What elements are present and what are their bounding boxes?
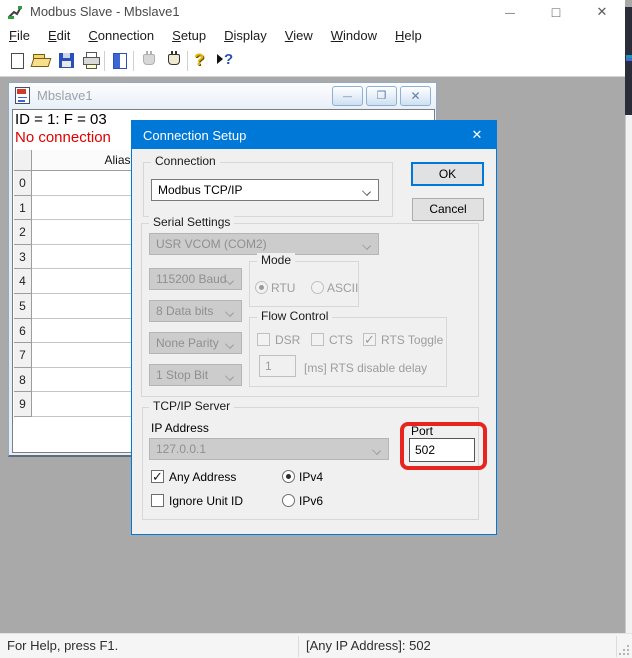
- rts-delay-input: [259, 355, 296, 377]
- background-window-edge-light: [625, 115, 632, 633]
- poll-definition-text: ID = 1: F = 03: [15, 111, 107, 128]
- connection-type-select[interactable]: Modbus TCP/IP: [151, 179, 379, 201]
- any-address-checkbox[interactable]: [151, 470, 164, 483]
- window-title: Modbus Slave - Mbslave1: [30, 4, 180, 19]
- child-title-bar[interactable]: Mbslave1: [9, 83, 436, 108]
- app-icon: [7, 4, 23, 20]
- child-minimize-icon[interactable]: [332, 86, 363, 106]
- chevron-down-icon: [363, 188, 371, 196]
- status-bar: For Help, press F1. [Any IP Address]: 50…: [0, 633, 632, 658]
- menu-edit[interactable]: Edit: [39, 28, 79, 43]
- connect-icon: [138, 50, 161, 73]
- statusbar-help-text: For Help, press F1.: [7, 638, 118, 653]
- ascii-radio: [311, 281, 324, 294]
- maximize-icon[interactable]: [542, 0, 570, 24]
- chevron-down-icon: [363, 242, 371, 250]
- baud-rate-select: 115200 Baud: [149, 268, 242, 290]
- tcpip-server-group-label: TCP/IP Server: [149, 399, 234, 413]
- stop-bits-select: 1 Stop Bit: [149, 364, 242, 386]
- open-file-icon[interactable]: [30, 50, 53, 73]
- port-highlight-annotation: [400, 422, 487, 470]
- menu-bar: File Edit Connection Setup Display View …: [0, 24, 625, 47]
- ignore-unit-id-checkbox[interactable]: [151, 494, 164, 507]
- ip-address-select: 127.0.0.1: [149, 438, 389, 460]
- help-icon[interactable]: ?: [191, 50, 214, 73]
- close-icon[interactable]: [588, 0, 616, 24]
- flow-control-group-label: Flow Control: [257, 309, 332, 323]
- any-address-label: Any Address: [169, 470, 236, 484]
- menu-file[interactable]: File: [0, 28, 39, 43]
- display-setup-icon[interactable]: [109, 50, 132, 73]
- menu-display[interactable]: Display: [215, 28, 276, 43]
- ipv6-radio[interactable]: [282, 494, 295, 507]
- rts-toggle-label: RTS Toggle: [381, 333, 443, 347]
- ipv4-radio[interactable]: [282, 470, 295, 483]
- dsr-label: DSR: [275, 333, 300, 347]
- cancel-button[interactable]: Cancel: [412, 198, 484, 221]
- dialog-title-bar[interactable]: Connection Setup: [132, 121, 496, 149]
- toolbar: ? ?: [0, 47, 625, 77]
- chevron-down-icon: [373, 447, 381, 455]
- connection-status-text: No connection: [15, 129, 111, 146]
- child-window-title: Mbslave1: [37, 88, 93, 103]
- connection-setup-dialog: Connection Setup Connection Modbus TCP/I…: [131, 120, 497, 535]
- menu-help[interactable]: Help: [386, 28, 431, 43]
- ipv6-label: IPv6: [299, 494, 323, 508]
- statusbar-connection-text: [Any IP Address]: 502: [306, 638, 431, 653]
- dialog-title: Connection Setup: [143, 128, 246, 143]
- table-corner-cell[interactable]: [14, 150, 32, 171]
- rtu-radio: [255, 281, 268, 294]
- statusbar-separator: [616, 636, 617, 657]
- menu-connection[interactable]: Connection: [79, 28, 163, 43]
- ip-address-label: IP Address: [151, 421, 209, 435]
- rts-delay-label: [ms] RTS disable delay: [304, 361, 427, 375]
- child-close-icon[interactable]: [400, 86, 431, 106]
- background-window-edge-dark: [625, 7, 632, 115]
- menu-window[interactable]: Window: [322, 28, 386, 43]
- ok-button[interactable]: OK: [411, 162, 484, 186]
- menu-setup[interactable]: Setup: [163, 28, 215, 43]
- disconnect-icon[interactable]: [163, 50, 186, 73]
- minimize-icon[interactable]: [496, 0, 524, 24]
- rtu-label: RTU: [271, 281, 295, 295]
- chevron-down-icon: [226, 373, 234, 381]
- chevron-down-icon: [226, 309, 234, 317]
- save-icon[interactable]: [55, 50, 78, 73]
- dialog-close-icon[interactable]: [460, 121, 494, 149]
- resize-grip-icon[interactable]: [619, 645, 629, 655]
- dsr-checkbox: [257, 333, 270, 346]
- document-icon: [15, 87, 30, 104]
- menu-view[interactable]: View: [276, 28, 322, 43]
- title-bar: Modbus Slave - Mbslave1: [0, 0, 625, 24]
- child-restore-icon[interactable]: [366, 86, 397, 106]
- new-file-icon[interactable]: [6, 50, 29, 73]
- cts-label: CTS: [329, 333, 353, 347]
- serial-port-select: USR VCOM (COM2): [149, 233, 379, 255]
- ignore-unit-id-label: Ignore Unit ID: [169, 494, 243, 508]
- connection-group-label: Connection: [151, 154, 220, 168]
- statusbar-separator: [298, 636, 299, 657]
- context-help-icon[interactable]: ?: [214, 50, 237, 73]
- ascii-label: ASCII: [327, 281, 358, 295]
- background-taskbar-icon: [626, 55, 632, 58]
- cts-checkbox: [311, 333, 324, 346]
- ipv4-label: IPv4: [299, 470, 323, 484]
- parity-select: None Parity: [149, 332, 242, 354]
- chevron-down-icon: [226, 341, 234, 349]
- mode-group-label: Mode: [257, 253, 295, 267]
- chevron-down-icon: [226, 277, 234, 285]
- serial-settings-group-label: Serial Settings: [149, 215, 234, 229]
- print-icon[interactable]: [80, 50, 103, 73]
- rts-toggle-checkbox: [363, 333, 376, 346]
- data-bits-select: 8 Data bits: [149, 300, 242, 322]
